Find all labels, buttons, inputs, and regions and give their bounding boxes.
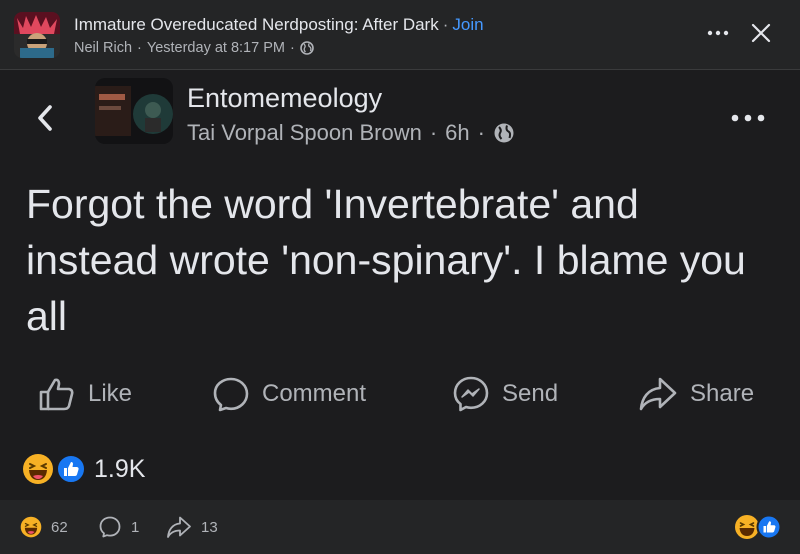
send-label: Send bbox=[502, 380, 559, 407]
title-separator: · bbox=[442, 15, 449, 34]
outer-post-footer: 62 1 13 bbox=[0, 500, 800, 554]
post-action-bar: Like Comment Send Share bbox=[0, 368, 800, 420]
haha-reaction-icon bbox=[20, 516, 42, 538]
join-link[interactable]: Join bbox=[452, 15, 483, 34]
original-author-link[interactable]: Tai Vorpal Spoon Brown bbox=[187, 120, 422, 146]
footer-share-count: 13 bbox=[201, 518, 218, 536]
post-age[interactable]: 6h bbox=[445, 120, 469, 146]
share-button[interactable]: Share bbox=[638, 368, 754, 420]
meta-separator: · bbox=[137, 40, 142, 56]
haha-like-reaction-icon bbox=[735, 514, 782, 540]
send-button[interactable]: Send bbox=[452, 368, 558, 420]
like-reaction-icon bbox=[56, 454, 86, 484]
meta-separator: · bbox=[289, 40, 295, 56]
comment-bubble-icon bbox=[99, 516, 121, 538]
group-avatar[interactable] bbox=[14, 12, 60, 58]
more-options-icon[interactable] bbox=[706, 23, 730, 43]
reaction-summary[interactable]: 1.9K bbox=[22, 452, 145, 486]
like-button[interactable]: Like bbox=[38, 368, 132, 420]
footer-reaction-count: 62 bbox=[51, 518, 68, 536]
globe-icon bbox=[493, 122, 515, 144]
share-label: Share bbox=[690, 380, 755, 407]
shared-post-title: Immature Overeducated Nerdposting: After… bbox=[74, 15, 484, 35]
more-options-icon[interactable] bbox=[730, 110, 766, 126]
sharer-name-link[interactable]: Neil Rich bbox=[74, 40, 132, 56]
post-timestamp[interactable]: Yesterday at 8:17 PM bbox=[147, 40, 285, 56]
close-icon[interactable] bbox=[750, 22, 772, 44]
reaction-icons bbox=[22, 452, 88, 486]
like-label: Like bbox=[88, 380, 133, 407]
meta-separator: · bbox=[429, 120, 438, 145]
post-body-text: Forgot the word 'Invertebrate' and inste… bbox=[26, 181, 746, 339]
share-arrow-icon bbox=[639, 377, 677, 411]
thumbs-up-icon bbox=[39, 378, 74, 411]
footer-reactions[interactable]: 62 bbox=[20, 514, 68, 540]
shared-post-header: Immature Overeducated Nerdposting: After… bbox=[0, 0, 800, 70]
messenger-icon bbox=[453, 376, 489, 412]
page-avatar[interactable] bbox=[95, 78, 173, 144]
chevron-left-icon[interactable] bbox=[34, 100, 56, 136]
meta-separator: · bbox=[477, 120, 485, 145]
comment-bubble-icon bbox=[213, 377, 249, 412]
footer-shares[interactable]: 13 bbox=[166, 514, 218, 540]
original-post-meta: Tai Vorpal Spoon Brown · 6h · bbox=[187, 120, 515, 146]
shared-post-meta: Neil Rich · Yesterday at 8:17 PM · bbox=[74, 40, 314, 56]
footer-comments[interactable]: 1 bbox=[98, 514, 139, 540]
page-name-link[interactable]: Entomemeology bbox=[187, 83, 382, 114]
haha-reaction-icon bbox=[23, 454, 53, 484]
share-arrow-icon bbox=[167, 516, 191, 538]
reaction-count: 1.9K bbox=[94, 454, 146, 483]
footer-comment-count: 1 bbox=[131, 518, 140, 536]
footer-react-button[interactable] bbox=[734, 513, 784, 541]
globe-icon bbox=[300, 41, 314, 55]
group-name-link[interactable]: Immature Overeducated Nerdposting: After… bbox=[74, 15, 439, 34]
comment-button[interactable]: Comment bbox=[212, 368, 366, 420]
comment-label: Comment bbox=[262, 380, 367, 407]
